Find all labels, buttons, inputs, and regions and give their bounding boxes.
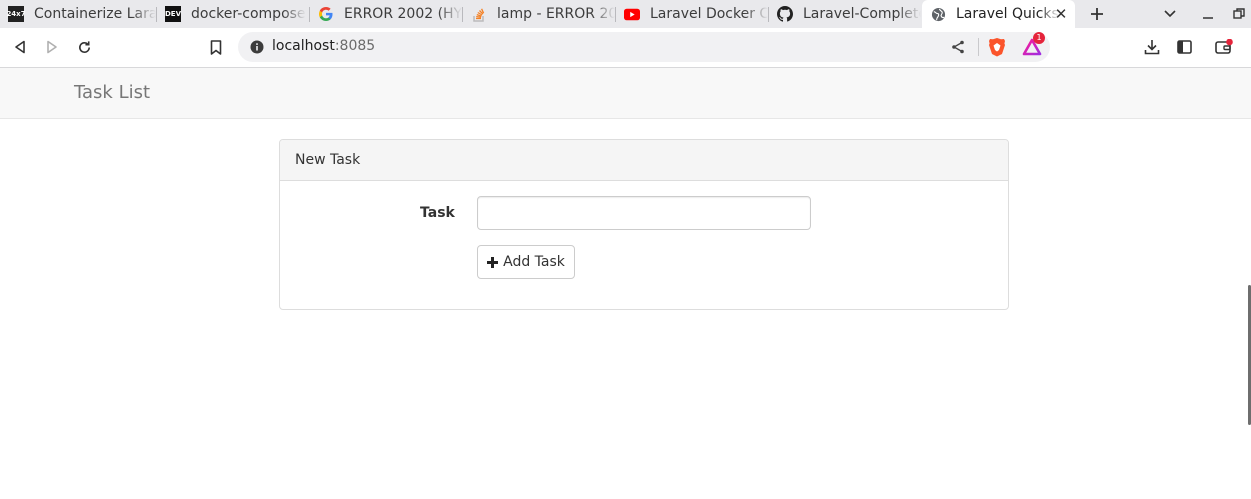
navbar-brand[interactable]: Task List bbox=[74, 82, 150, 103]
globe-icon bbox=[930, 6, 946, 22]
tab-laravel-docker-compose[interactable]: Laravel Docker Compose bbox=[616, 0, 768, 28]
reload-icon[interactable] bbox=[73, 36, 95, 58]
panel-heading: New Task bbox=[280, 140, 1008, 181]
task-input[interactable] bbox=[477, 196, 811, 230]
new-task-panel: New Task Task Add Task bbox=[279, 139, 1009, 310]
tab-title: Laravel Quickstart bbox=[956, 6, 1060, 22]
stackoverflow-logo-icon bbox=[471, 6, 487, 22]
download-icon[interactable] bbox=[1141, 36, 1163, 58]
share-icon[interactable] bbox=[947, 36, 969, 58]
tab-laravel-quickstart[interactable]: Laravel Quickstart ✕ bbox=[922, 0, 1075, 28]
close-tab-icon[interactable]: ✕ bbox=[1053, 6, 1069, 22]
tab-title: docker-compose bbox=[191, 6, 306, 22]
tab-title: Laravel-Complete bbox=[803, 6, 921, 22]
tab-error-2002[interactable]: ERROR 2002 (HY000) bbox=[310, 0, 462, 28]
address-bar[interactable]: localhost:8085 1 bbox=[238, 32, 1050, 62]
bookmark-icon[interactable] bbox=[205, 36, 227, 58]
chevron-down-icon[interactable] bbox=[1160, 4, 1180, 24]
url-text[interactable]: localhost:8085 bbox=[272, 38, 375, 54]
tab-title: lamp - ERROR 2002 bbox=[497, 6, 615, 22]
restore-icon[interactable] bbox=[1229, 4, 1249, 24]
add-task-button[interactable]: Add Task bbox=[477, 245, 575, 279]
brave-rewards-icon[interactable]: 1 bbox=[1021, 32, 1045, 58]
tab-title: Containerize Laravel bbox=[34, 6, 156, 22]
youtube-logo-icon bbox=[624, 6, 640, 22]
url-host: localhost bbox=[272, 38, 335, 54]
notification-badge: 1 bbox=[1033, 32, 1045, 44]
wallet-icon[interactable] bbox=[1213, 36, 1235, 58]
task-label: Task bbox=[420, 205, 455, 221]
sidebar-icon[interactable] bbox=[1173, 36, 1195, 58]
github-logo-icon bbox=[777, 6, 793, 22]
forward-icon[interactable] bbox=[41, 36, 63, 58]
new-tab-icon[interactable] bbox=[1087, 4, 1107, 24]
plus-icon bbox=[487, 256, 499, 268]
back-icon[interactable] bbox=[9, 36, 31, 58]
add-task-label: Add Task bbox=[503, 254, 565, 270]
tab-strip: 24x7 Containerize Laravel DEV docker-com… bbox=[0, 0, 1251, 28]
omnibox-divider bbox=[978, 38, 979, 56]
tab-lamp-error[interactable]: lamp - ERROR 2002 bbox=[463, 0, 615, 28]
tab-title: Laravel Docker Compose bbox=[650, 6, 768, 22]
info-icon[interactable] bbox=[250, 40, 264, 54]
google-logo-icon bbox=[318, 6, 334, 22]
tab-laravel-complete[interactable]: Laravel-Complete bbox=[769, 0, 921, 28]
brave-shields-icon[interactable] bbox=[986, 36, 1008, 58]
browser-toolbar: localhost:8085 1 bbox=[0, 28, 1251, 68]
minimize-icon[interactable] bbox=[1198, 4, 1218, 24]
dev-logo-icon: DEV bbox=[165, 6, 181, 22]
tab-containerize-laravel[interactable]: 24x7 Containerize Laravel bbox=[0, 0, 156, 28]
app-navbar: Task List bbox=[0, 68, 1251, 119]
tab-title: ERROR 2002 (HY000) bbox=[344, 6, 462, 22]
247-logo-icon: 24x7 bbox=[6, 6, 26, 22]
tab-docker-compose[interactable]: DEV docker-compose bbox=[157, 0, 309, 28]
url-port: :8085 bbox=[334, 38, 376, 54]
